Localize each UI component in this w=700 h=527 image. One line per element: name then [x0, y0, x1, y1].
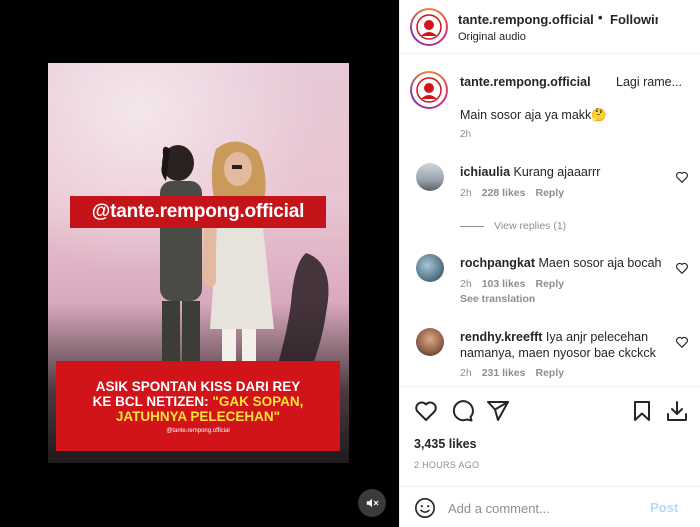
- post-comment-button[interactable]: Post: [650, 500, 678, 515]
- headline-line-2b: "GAK SOPAN,: [212, 393, 304, 409]
- video-headline-box: ASIK SPONTAN KISS DARI REY KE BCL NETIZE…: [56, 361, 340, 451]
- author-username[interactable]: tante.rempong.official: [458, 12, 594, 27]
- comment-meta: 2h 228 likes Reply: [460, 187, 574, 199]
- caption-text: Main sosor aja ya makk🤔: [460, 108, 607, 122]
- commenter-avatar[interactable]: [416, 328, 444, 356]
- comment-like-heart-icon[interactable]: [675, 170, 689, 184]
- post-header: tante.rempong.official • Following Origi…: [400, 0, 700, 54]
- video-headline: ASIK SPONTAN KISS DARI REY KE BCL NETIZE…: [93, 379, 304, 424]
- headline-credit: @tante.rempong.official: [166, 427, 230, 434]
- comment-like-heart-icon[interactable]: [675, 335, 689, 349]
- heart-icon[interactable]: [414, 399, 438, 423]
- view-replies-label: View replies (1): [494, 220, 567, 232]
- reply-button[interactable]: Reply: [535, 367, 564, 379]
- commenter-avatar[interactable]: [416, 163, 444, 191]
- comment-text: ichiaulia Kurang ajaaarrr: [460, 164, 670, 180]
- author-avatar[interactable]: [410, 8, 448, 46]
- caption-avatar[interactable]: [410, 71, 448, 109]
- original-audio-link[interactable]: Original audio: [458, 31, 526, 43]
- commenter-avatar[interactable]: [416, 254, 444, 282]
- save-download-icon[interactable]: [665, 399, 689, 423]
- commenter-username[interactable]: rochpangkat: [460, 256, 535, 270]
- comment-time: 2h: [460, 278, 472, 290]
- reply-button[interactable]: Reply: [535, 187, 564, 199]
- headline-line-1: ASIK SPONTAN KISS DARI REY: [95, 378, 301, 394]
- video-frame[interactable]: @tante.rempong.official ASIK SPONTAN KIS…: [48, 63, 349, 463]
- comment-text: rendhy.kreefft Iya anjr pelecehan namany…: [460, 329, 670, 361]
- comment-body: Maen sosor aja bocah: [538, 256, 662, 270]
- following-button[interactable]: Following: [610, 12, 658, 27]
- profile-logo-icon: [416, 14, 442, 40]
- profile-logo-icon: [416, 77, 442, 103]
- caption-time: 2h: [460, 129, 472, 140]
- speaker-muted-icon: [366, 498, 379, 508]
- comment-input[interactable]: [448, 496, 638, 520]
- comment-meta: 2h 231 likes Reply: [460, 367, 574, 379]
- video-watermark: @tante.rempong.official: [70, 196, 326, 228]
- commenter-username[interactable]: rendhy.kreefft: [460, 330, 542, 344]
- commenter-username[interactable]: ichiaulia: [460, 165, 510, 179]
- like-count[interactable]: 3,435 likes: [414, 437, 477, 451]
- comment-meta: 2h 103 likes Reply: [460, 278, 574, 290]
- comment-text: rochpangkat Maen sosor aja bocah: [460, 255, 670, 271]
- headline-line-3: JATUHNYA PELECEHAN": [115, 408, 281, 424]
- comment-time: 2h: [460, 367, 472, 379]
- add-comment-bar: Post: [400, 486, 700, 527]
- comment-body: Kurang ajaaarrr: [513, 165, 601, 179]
- comment-likes[interactable]: 103 likes: [482, 278, 526, 290]
- comment-time: 2h: [460, 187, 472, 199]
- share-icon[interactable]: [486, 399, 510, 423]
- video-player[interactable]: @tante.rempong.official ASIK SPONTAN KIS…: [0, 0, 399, 527]
- post-panel: tante.rempong.official • Following Origi…: [399, 0, 700, 527]
- post-timestamp: 2 HOURS AGO: [414, 460, 480, 470]
- bookmark-icon[interactable]: [630, 399, 654, 423]
- view-replies-button[interactable]: View replies (1): [460, 220, 566, 232]
- comment-like-heart-icon[interactable]: [675, 261, 689, 275]
- post-actions: 3,435 likes 2 HOURS AGO: [400, 386, 700, 486]
- separator-dot: •: [598, 10, 603, 25]
- reply-button[interactable]: Reply: [535, 278, 564, 290]
- caption-preview[interactable]: Lagi rame...: [616, 75, 682, 89]
- comment-likes[interactable]: 231 likes: [482, 367, 526, 379]
- emoji-icon[interactable]: [414, 497, 436, 519]
- see-translation-button[interactable]: See translation: [460, 293, 535, 305]
- mute-button[interactable]: [358, 489, 386, 517]
- comments-list[interactable]: tante.rempong.official Lagi rame... Main…: [400, 55, 700, 385]
- comment-icon[interactable]: [450, 399, 474, 423]
- comment-likes[interactable]: 228 likes: [482, 187, 526, 199]
- headline-line-2a: KE BCL NETIZEN:: [92, 393, 213, 409]
- caption-username[interactable]: tante.rempong.official: [460, 75, 591, 89]
